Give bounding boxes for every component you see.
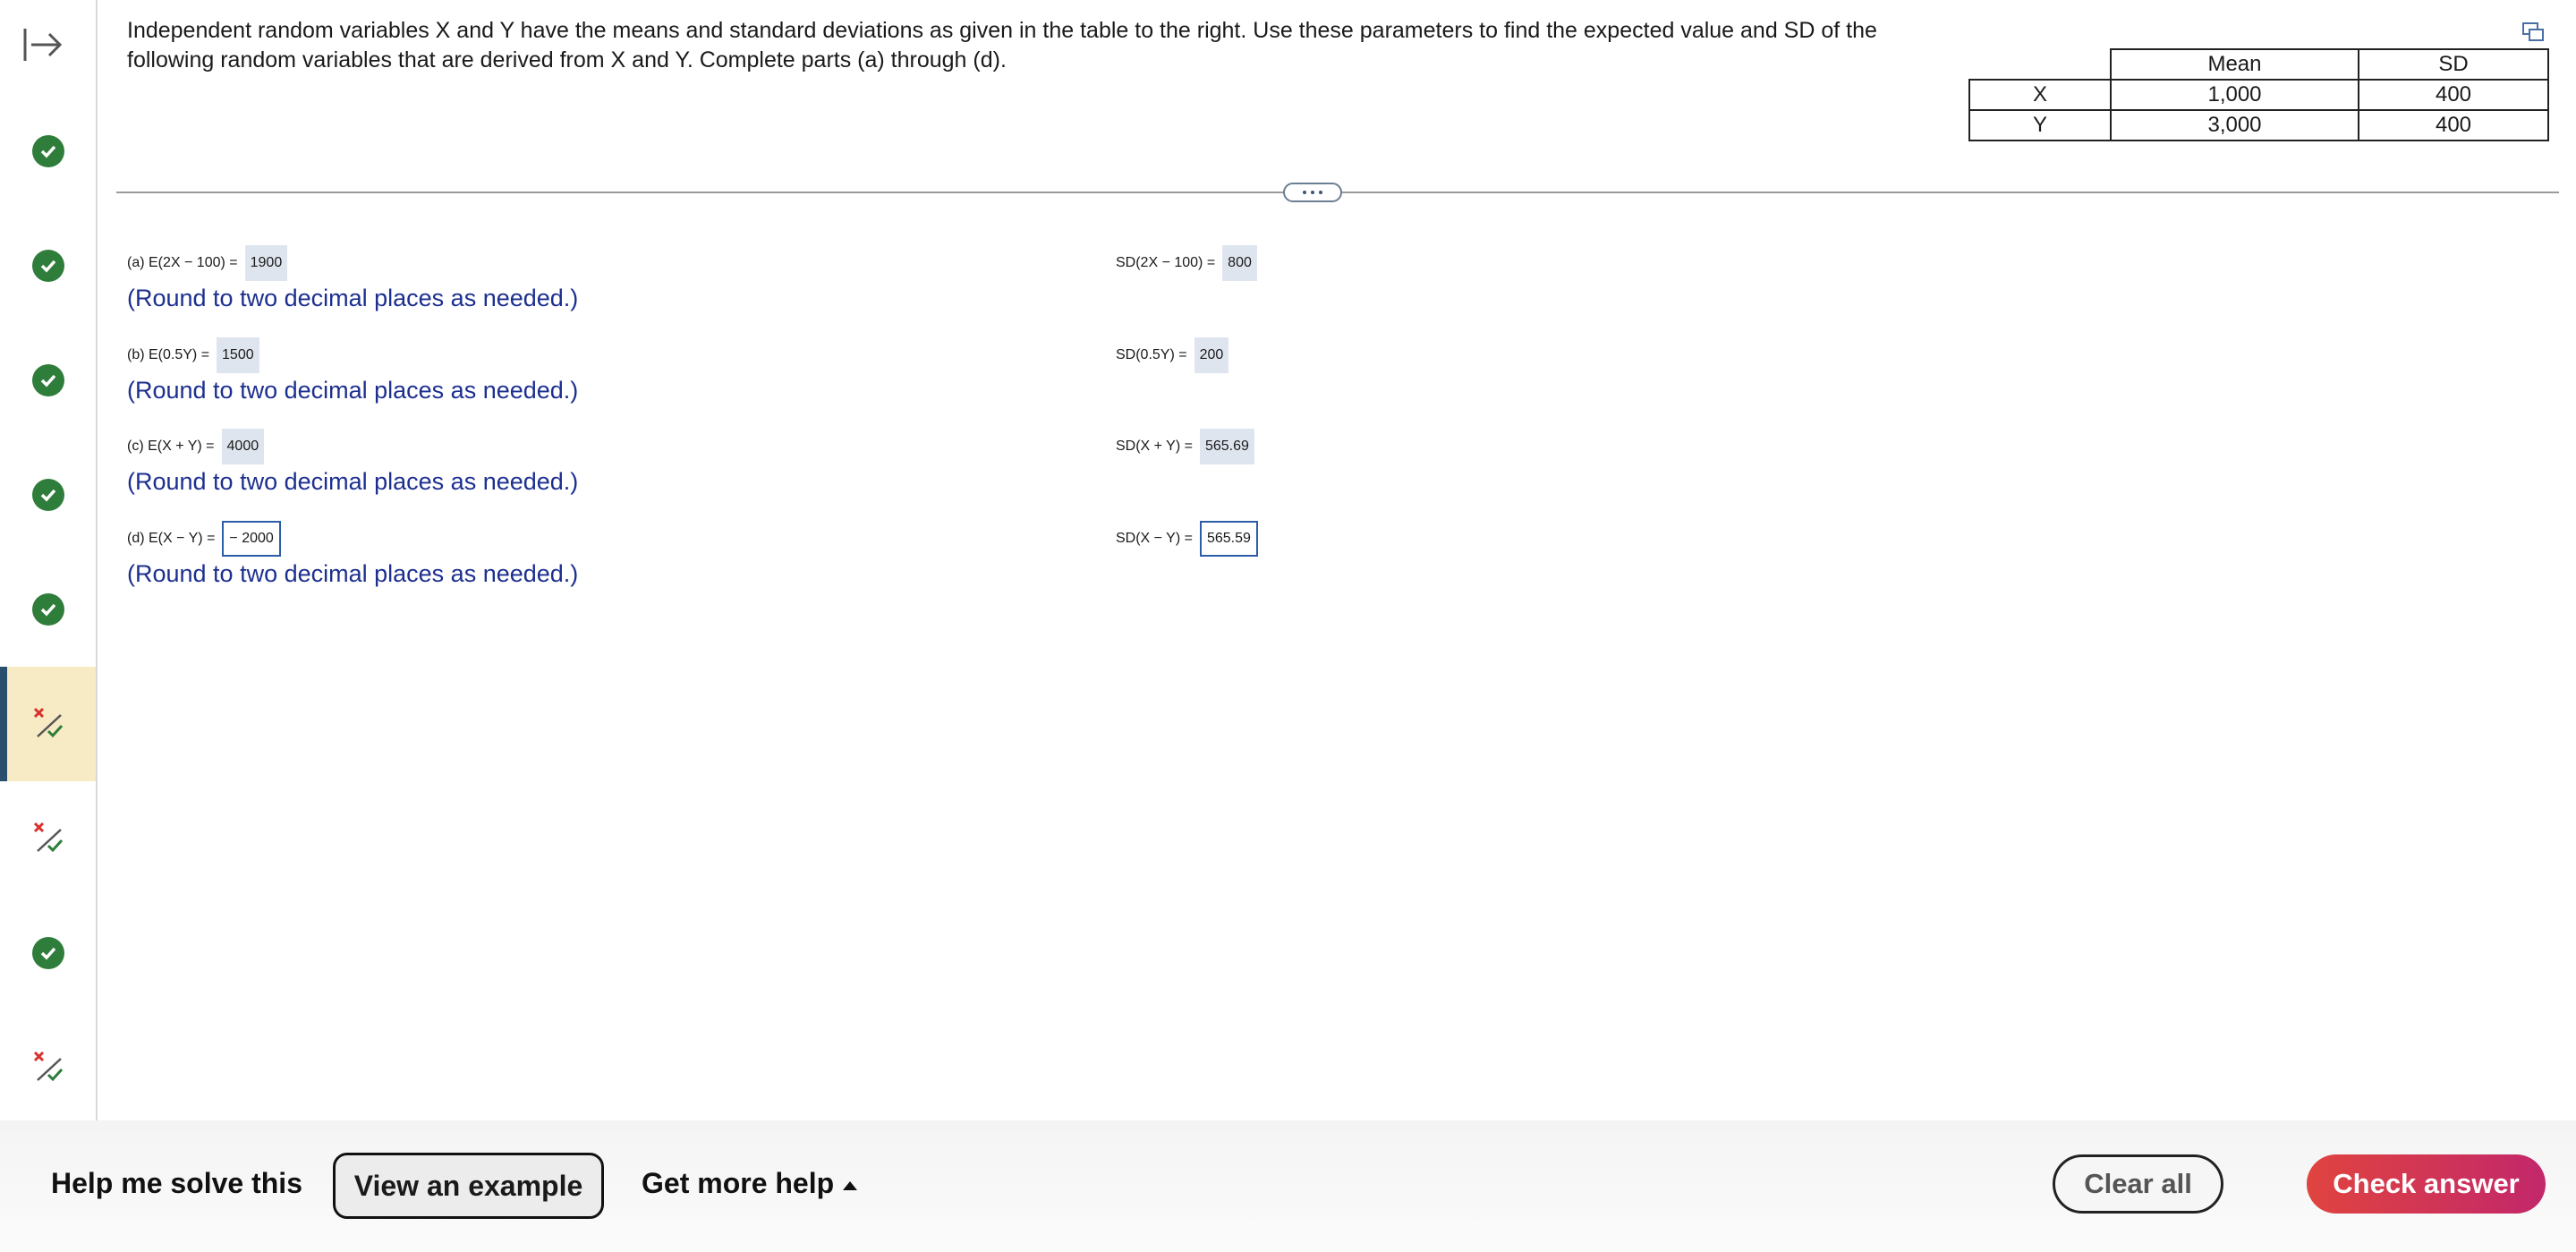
question-nav-item-7[interactable] xyxy=(0,781,96,896)
question-nav-item-5[interactable] xyxy=(0,552,96,667)
parameters-table: Mean SD X 1,000 400 Y 3,000 400 xyxy=(1968,48,2549,141)
partial-credit-icon xyxy=(33,707,63,738)
check-circle-icon xyxy=(31,593,64,626)
part-d-expected-answer[interactable]: − 2000 xyxy=(222,521,281,557)
question-nav-item-3[interactable] xyxy=(0,323,96,438)
table-row: X 1,000 400 xyxy=(1968,79,2549,111)
question-text: Independent random variables X and Y hav… xyxy=(127,18,1877,72)
part-a-rounding-hint: (Round to two decimal places as needed.) xyxy=(127,285,579,311)
part-b-sd-label: SD(0.5Y) = xyxy=(1116,347,1187,362)
question-nav-item-2[interactable] xyxy=(0,209,96,323)
check-circle-icon xyxy=(31,364,64,396)
part-a-expected-label: (a) E(2X − 100) = xyxy=(127,255,238,270)
caret-up-icon xyxy=(843,1180,858,1190)
table-header-mean: Mean xyxy=(2110,48,2359,81)
table-cell-sd: 400 xyxy=(2358,109,2549,141)
part-b-expected: (b) E(0.5Y) = 1500 xyxy=(127,337,259,373)
check-answer-button[interactable]: Check answer xyxy=(2307,1154,2546,1214)
table-row-label: Y xyxy=(1968,109,2112,141)
check-circle-icon xyxy=(31,937,64,969)
table-cell-mean: 3,000 xyxy=(2110,109,2359,141)
part-d-sd-label: SD(X − Y) = xyxy=(1116,531,1193,546)
partial-credit-icon xyxy=(33,1051,63,1082)
part-d-rounding-hint: (Round to two decimal places as needed.) xyxy=(127,560,579,587)
get-more-help-label: Get more help xyxy=(642,1167,835,1199)
part-c-expected: (c) E(X + Y) = 4000 xyxy=(127,429,265,464)
part-c-sd-answer[interactable]: 565.69 xyxy=(1199,429,1254,464)
part-a-sd: SD(2X − 100) = 800 xyxy=(1116,245,1257,281)
table-cell-mean: 1,000 xyxy=(2110,79,2359,111)
table-row: Y 3,000 400 xyxy=(1968,109,2549,141)
part-b-expected-answer[interactable]: 1500 xyxy=(217,337,259,373)
part-b-sd: SD(0.5Y) = 200 xyxy=(1116,337,1229,373)
table-header-row: Mean SD xyxy=(1969,48,2549,81)
check-circle-icon xyxy=(31,250,64,282)
question-nav-item-1[interactable] xyxy=(0,94,96,209)
question-nav-item-8[interactable] xyxy=(0,896,96,1010)
part-c-sd: SD(X + Y) = 565.69 xyxy=(1116,429,1254,464)
popout-window-icon[interactable] xyxy=(2521,21,2545,43)
part-a-sd-answer[interactable]: 800 xyxy=(1222,245,1257,281)
question-nav-item-9[interactable] xyxy=(0,1010,96,1125)
get-more-help-menu[interactable]: Get more help xyxy=(642,1167,858,1200)
part-a-sd-label: SD(2X − 100) = xyxy=(1116,255,1216,270)
part-c-expected-label: (c) E(X + Y) = xyxy=(127,439,215,454)
arrow-right-to-bar-icon xyxy=(23,29,63,61)
clear-all-button[interactable]: Clear all xyxy=(2053,1154,2223,1214)
footer-toolbar: Help me solve this View an example Get m… xyxy=(0,1120,2576,1252)
part-c-rounding-hint: (Round to two decimal places as needed.) xyxy=(127,468,579,495)
collapse-sidebar-button[interactable] xyxy=(18,25,66,64)
question-nav-item-4[interactable] xyxy=(0,438,96,552)
view-example-button[interactable]: View an example xyxy=(333,1153,604,1219)
part-d-sd: SD(X − Y) = 565.59 xyxy=(1116,521,1258,557)
table-header-sd: SD xyxy=(2358,48,2549,81)
partial-credit-icon xyxy=(33,822,63,853)
part-b-sd-answer[interactable]: 200 xyxy=(1194,337,1229,373)
ellipsis-dot xyxy=(1319,191,1322,194)
check-circle-icon xyxy=(31,479,64,511)
table-cell-sd: 400 xyxy=(2358,79,2549,111)
ellipsis-dot xyxy=(1311,191,1314,194)
part-b-expected-label: (b) E(0.5Y) = xyxy=(127,347,210,362)
table-row-label: X xyxy=(1968,79,2112,111)
part-a-expected: (a) E(2X − 100) = 1900 xyxy=(127,245,288,281)
part-d-expected: (d) E(X − Y) = − 2000 xyxy=(127,521,281,557)
part-d-expected-label: (d) E(X − Y) = xyxy=(127,531,216,546)
table-corner-cell xyxy=(1969,49,2111,80)
part-a-expected-answer[interactable]: 1900 xyxy=(244,245,288,281)
question-nav-item-6[interactable] xyxy=(0,667,96,781)
check-circle-icon xyxy=(31,135,64,167)
help-me-solve-link[interactable]: Help me solve this xyxy=(51,1167,302,1200)
divider-drag-handle[interactable] xyxy=(1283,183,1342,202)
part-c-sd-label: SD(X + Y) = xyxy=(1116,439,1193,454)
question-sidebar xyxy=(0,0,98,1120)
part-c-expected-answer[interactable]: 4000 xyxy=(221,429,265,464)
ellipsis-dot xyxy=(1303,191,1306,194)
part-d-sd-answer[interactable]: 565.59 xyxy=(1199,521,1258,557)
part-b-rounding-hint: (Round to two decimal places as needed.) xyxy=(127,377,579,404)
